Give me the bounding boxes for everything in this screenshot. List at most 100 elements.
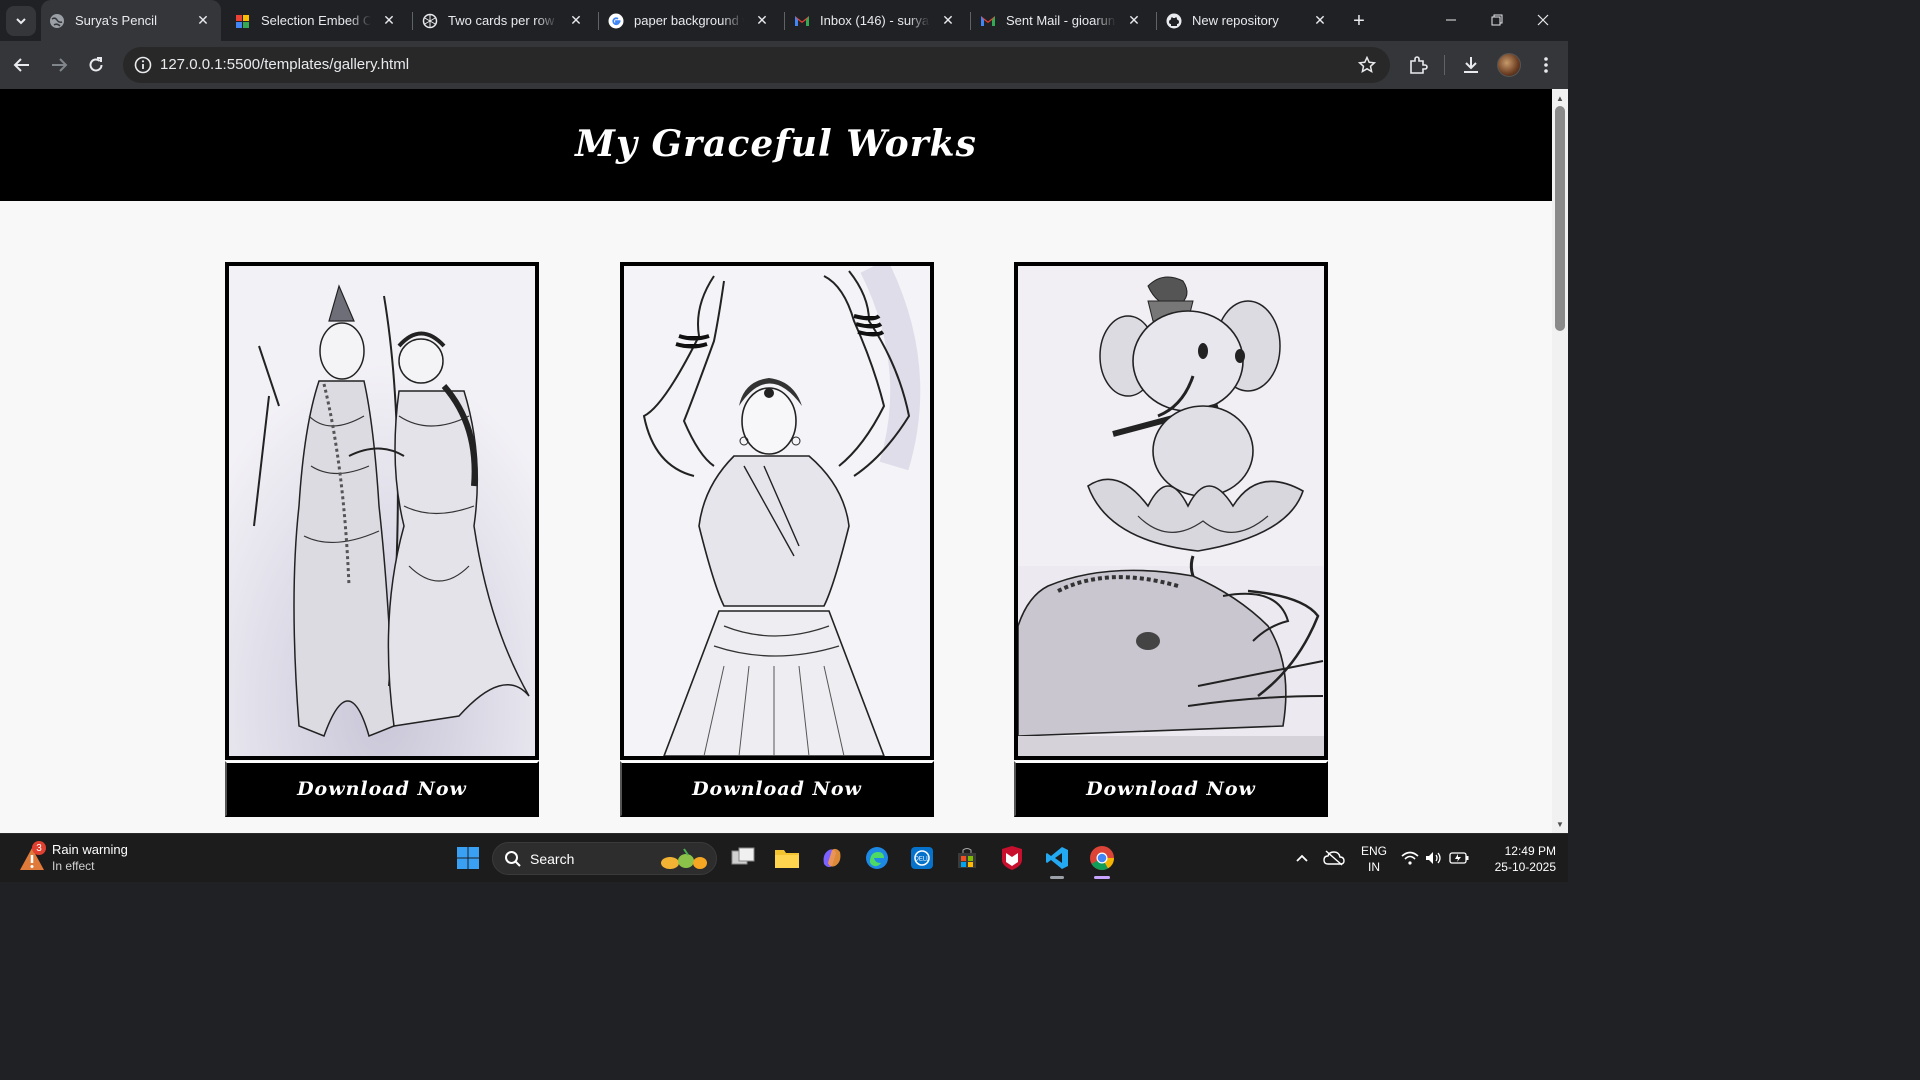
tab-two-cards-per-row[interactable]: Two cards per row ✕ (414, 0, 594, 41)
openai-icon (422, 13, 438, 29)
download-now-button[interactable]: Download Now (1014, 761, 1328, 817)
clock-time: 12:49 PM (1504, 844, 1556, 858)
sketch-ganesha-image (1018, 266, 1324, 756)
windows-taskbar: 3 Rain warning In effect Search DELL ENG… (0, 833, 1568, 882)
url-text[interactable]: 127.0.0.1:5500/templates/gallery.html (160, 56, 409, 73)
weather-widget[interactable]: 3 Rain warning In effect (18, 841, 178, 877)
tab-selection-embed-code[interactable]: Selection Embed Code ✕ (227, 0, 407, 41)
artwork-image (1014, 262, 1328, 760)
vscode-button[interactable] (1041, 842, 1073, 879)
tab-new-repository[interactable]: New repository ✕ (1158, 0, 1338, 41)
tab-paper-background[interactable]: paper background with ✕ (600, 0, 780, 41)
back-button[interactable] (8, 51, 36, 79)
onedrive-button[interactable] (1318, 842, 1350, 874)
bookmark-star-icon[interactable] (1356, 54, 1378, 76)
windows-logo-icon (457, 847, 479, 869)
colorful-s-icon (235, 13, 251, 29)
forward-button[interactable] (45, 51, 73, 79)
copilot-icon (823, 848, 841, 868)
close-tab-icon[interactable]: ✕ (566, 11, 586, 31)
wifi-status[interactable] (1398, 842, 1422, 874)
battery-status[interactable] (1447, 842, 1471, 874)
weather-title: Rain warning (52, 842, 128, 857)
store-button[interactable] (951, 842, 983, 874)
menu-button[interactable] (1534, 53, 1558, 77)
tab-separator (412, 12, 413, 30)
chrome-icon (1090, 846, 1114, 871)
toolbar-divider (1444, 55, 1445, 75)
taskbar-search[interactable]: Search (492, 842, 717, 875)
volume-status[interactable] (1422, 842, 1446, 874)
site-header: My Graceful Works (0, 89, 1552, 201)
page-scrollbar[interactable]: ▲ ▼ (1552, 89, 1568, 833)
file-explorer-button[interactable] (771, 842, 803, 874)
download-now-button[interactable]: Download Now (620, 761, 934, 817)
dell-icon: DELL (911, 847, 933, 869)
tab-title: paper background with (634, 13, 744, 28)
scroll-up-arrow-icon[interactable]: ▲ (1552, 91, 1568, 105)
cloud-off-icon (1323, 850, 1345, 866)
tab-title: New repository (1192, 13, 1279, 28)
input-language[interactable]: ENG IN (1356, 843, 1392, 875)
close-tab-icon[interactable]: ✕ (1124, 11, 1144, 31)
search-label: Search (530, 851, 575, 867)
profile-avatar[interactable] (1497, 53, 1521, 77)
browser-toolbar: 127.0.0.1:5500/templates/gallery.html (0, 41, 1568, 89)
sketch-dancer-image (624, 266, 930, 756)
edge-button[interactable] (861, 842, 893, 874)
task-view-button[interactable] (727, 842, 759, 874)
running-indicator (1050, 876, 1064, 879)
close-tab-icon[interactable]: ✕ (938, 11, 958, 31)
weather-alert-badge: 3 (32, 841, 46, 855)
new-tab-button[interactable]: + (1346, 8, 1372, 34)
artwork-image (225, 262, 539, 760)
tab-title: Inbox (146) - suryajan (820, 13, 930, 28)
reload-icon (89, 57, 103, 72)
downloads-button[interactable] (1459, 53, 1483, 77)
info-icon[interactable] (131, 53, 155, 77)
close-tab-icon[interactable]: ✕ (379, 11, 399, 31)
active-indicator (1094, 876, 1110, 879)
gallery-card: Download Now (1014, 262, 1328, 817)
scroll-down-arrow-icon[interactable]: ▼ (1552, 817, 1568, 831)
close-window-button[interactable] (1520, 0, 1566, 40)
tab-inbox[interactable]: Inbox (146) - suryajan ✕ (786, 0, 966, 41)
search-icon (505, 851, 521, 867)
sketch-rama-sita-image (229, 266, 535, 756)
chevron-up-icon (1296, 854, 1308, 862)
reload-button[interactable] (82, 51, 110, 79)
clock-date: 25-10-2025 (1494, 860, 1556, 874)
tab-sent-mail[interactable]: Sent Mail - gioarun7@ ✕ (972, 0, 1152, 41)
chrome-button[interactable] (1086, 842, 1118, 879)
copilot-button[interactable] (816, 842, 848, 874)
show-hidden-icons-button[interactable] (1286, 842, 1318, 874)
extensions-button[interactable] (1406, 53, 1430, 77)
tab-separator (784, 12, 785, 30)
scrollbar-thumb[interactable] (1555, 106, 1565, 331)
close-tab-icon[interactable]: ✕ (1310, 11, 1330, 31)
folder-icon (775, 850, 799, 868)
minimize-icon (1446, 19, 1456, 21)
download-icon (1464, 57, 1478, 73)
github-icon (1166, 13, 1182, 29)
tab-suryas-pencil[interactable]: Surya's Pencil ✕ (41, 0, 221, 41)
artwork-image (620, 262, 934, 760)
tab-search-button[interactable] (6, 6, 36, 36)
restore-button[interactable] (1474, 0, 1520, 40)
close-tab-icon[interactable]: ✕ (193, 11, 213, 31)
language-code: ENG (1360, 844, 1387, 858)
dell-button[interactable]: DELL (906, 842, 938, 874)
svg-text:DELL: DELL (914, 857, 930, 863)
start-button[interactable] (452, 842, 484, 874)
download-now-button[interactable]: Download Now (225, 761, 539, 817)
minimize-button[interactable] (1428, 0, 1474, 40)
system-clock[interactable]: 12:49 PM 25-10-2025 (1476, 843, 1556, 875)
gmail-icon (980, 13, 996, 29)
search-highlight-art-icon (661, 848, 707, 869)
restore-icon (1491, 14, 1503, 26)
tab-separator (598, 12, 599, 30)
tab-title: Two cards per row (448, 13, 555, 28)
mcafee-button[interactable] (996, 842, 1028, 874)
close-tab-icon[interactable]: ✕ (752, 11, 772, 31)
address-bar[interactable]: 127.0.0.1:5500/templates/gallery.html (123, 47, 1390, 83)
